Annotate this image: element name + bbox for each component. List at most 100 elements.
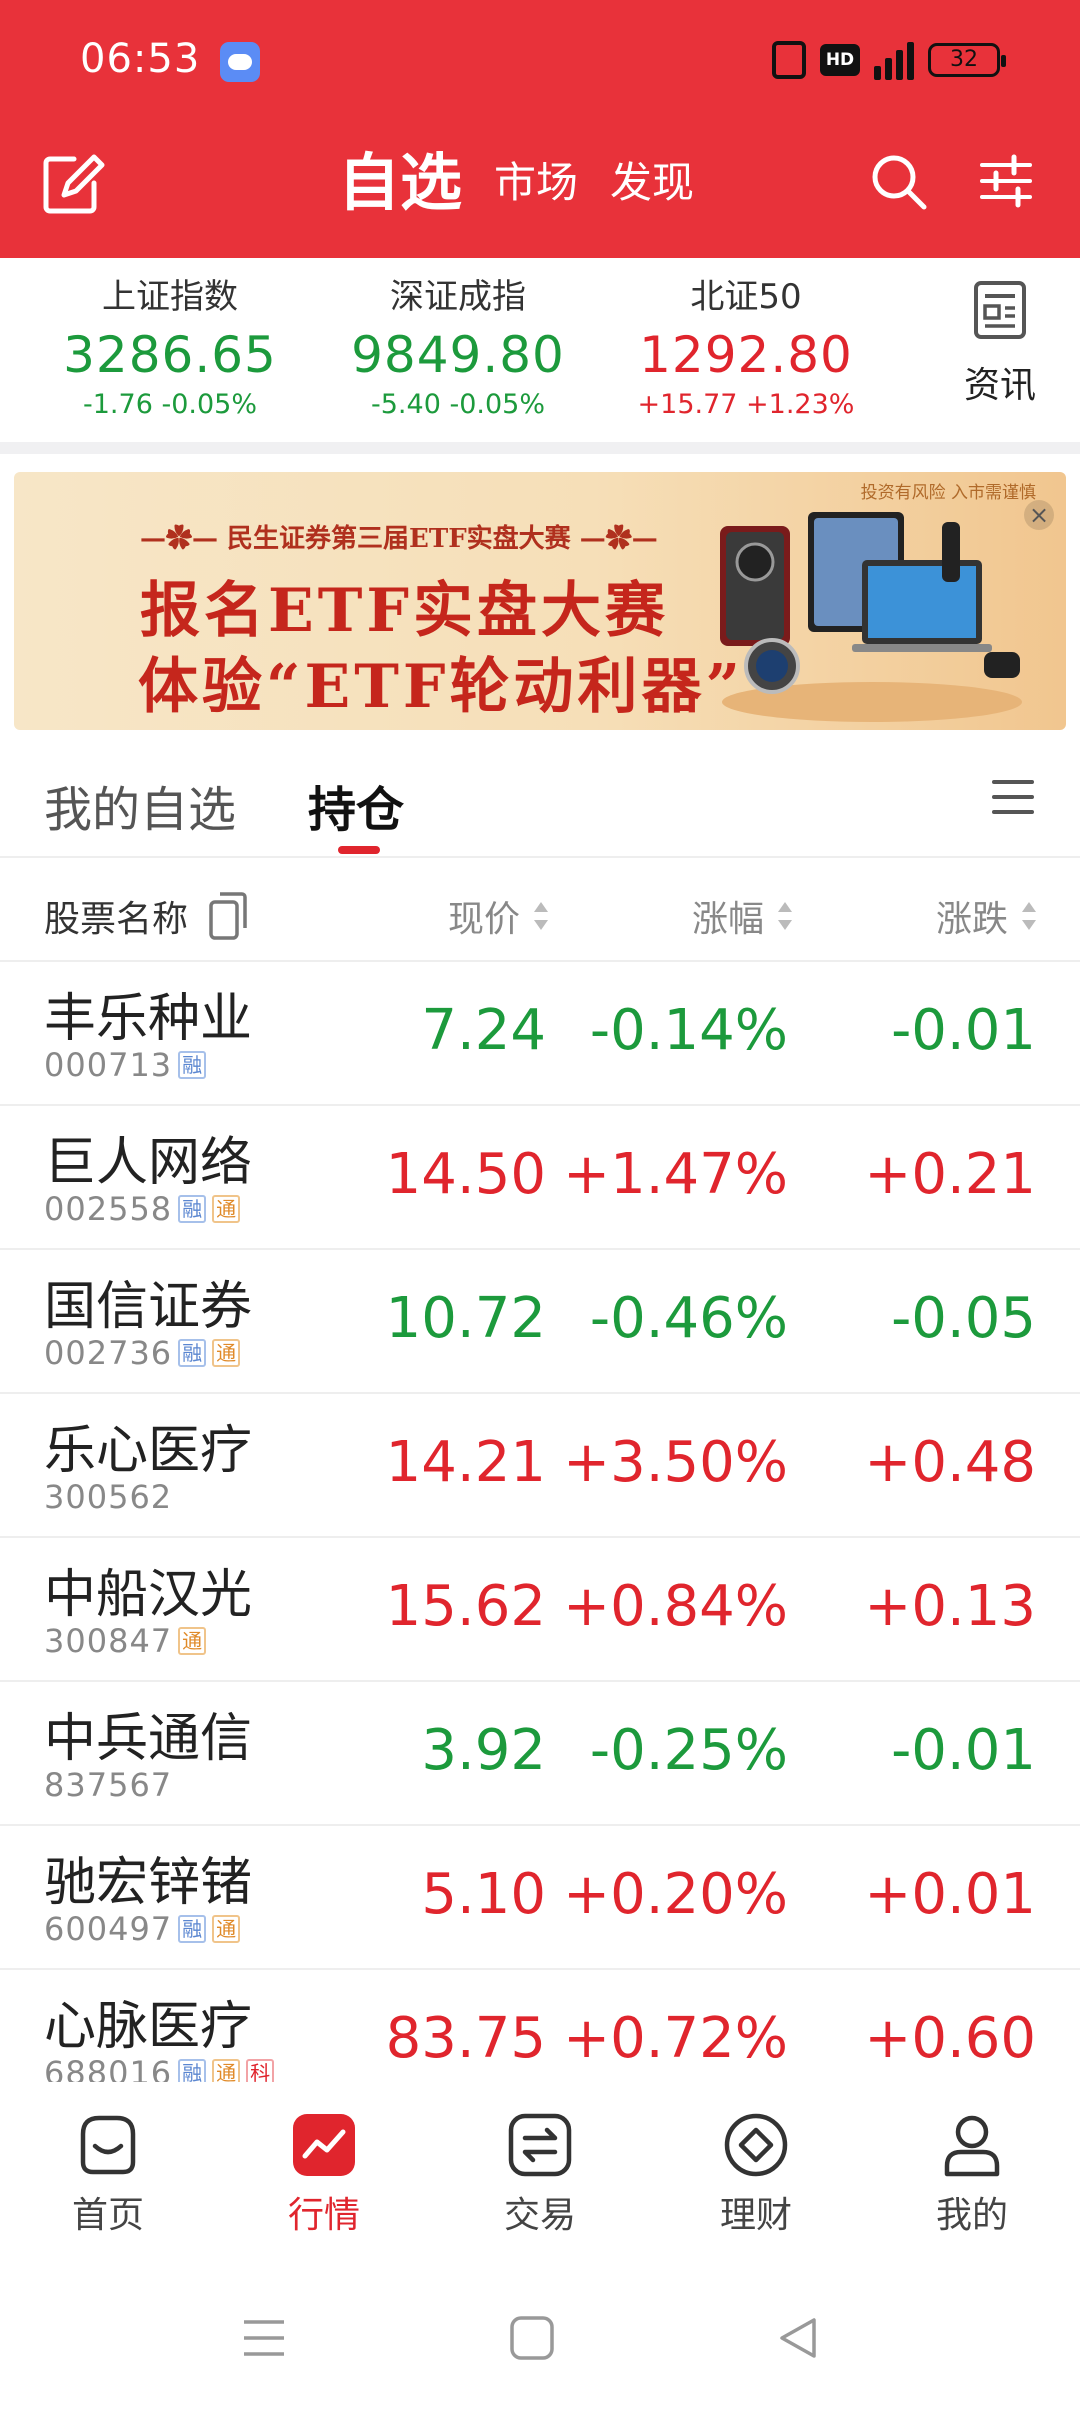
stock-change: -0.05	[891, 1286, 1036, 1351]
stock-meta: 002558 融通	[44, 1190, 241, 1228]
system-nav-bar	[0, 2262, 1080, 2412]
bottom-tab-label: 首页	[71, 2195, 144, 2236]
wealth-icon	[724, 2113, 788, 2177]
copy-icon[interactable]	[208, 890, 248, 942]
app-header: 06:53 HD 32 自选 市场 发现	[0, 0, 1080, 258]
stock-code: 688016	[44, 2054, 173, 2082]
market-indices: 上证指数 3286.65 -1.76 -0.05% 深证成指 9849.80 -…	[0, 258, 1080, 442]
tab-holdings[interactable]: 持仓	[308, 770, 404, 840]
column-change[interactable]: 涨跌	[936, 890, 1038, 942]
column-change-percent[interactable]: 涨幅	[692, 890, 794, 942]
market-chart-icon	[293, 2114, 355, 2176]
bottom-tab-market[interactable]: 行情	[244, 2112, 404, 2238]
stock-change: +0.01	[864, 1862, 1036, 1927]
recent-apps-icon[interactable]	[240, 2314, 288, 2362]
stock-price: 14.50	[385, 1142, 546, 1207]
stock-row[interactable]: 国信证券 002736 融通 10.72 -0.46% -0.05	[0, 1250, 1080, 1394]
edit-icon[interactable]	[40, 151, 106, 217]
active-tab-indicator	[338, 846, 380, 854]
stock-name: 丰乐种业	[44, 989, 253, 1049]
stock-row[interactable]: 驰宏锌锗 600497 融通 5.10 +0.20% +0.01	[0, 1826, 1080, 1970]
stock-change-percent: +1.47%	[563, 1142, 788, 1207]
index-beijing-50[interactable]: 北证50 1292.80 +15.77 +1.23%	[606, 276, 886, 422]
stock-code: 000713	[44, 1046, 173, 1084]
stock-row[interactable]: 中兵通信 837567 3.92 -0.25% -0.01	[0, 1682, 1080, 1826]
stock-change: +0.60	[864, 2006, 1036, 2071]
stock-price: 5.10	[421, 1862, 546, 1927]
bottom-tab-label: 我的	[935, 2195, 1008, 2236]
stock-price: 10.72	[385, 1286, 546, 1351]
index-shanghai[interactable]: 上证指数 3286.65 -1.76 -0.05%	[30, 276, 310, 422]
index-name: 北证50	[690, 277, 802, 317]
stock-row[interactable]: 丰乐种业 000713 融 7.24 -0.14% -0.01	[0, 962, 1080, 1106]
stock-price: 14.21	[385, 1430, 546, 1495]
stock-meta: 688016 融通科	[44, 2054, 275, 2082]
news-label: 资讯	[963, 365, 1036, 406]
trade-icon	[508, 2113, 572, 2177]
stock-code: 002558	[44, 1190, 173, 1228]
stock-name: 中船汉光	[44, 1565, 253, 1625]
index-name: 上证指数	[102, 277, 238, 317]
stock-price: 3.92	[421, 1718, 546, 1783]
table-header: 股票名称 现价 涨幅 涨跌	[0, 858, 1080, 962]
column-price-label: 现价	[447, 899, 520, 940]
back-icon[interactable]	[774, 2314, 822, 2362]
stock-price: 7.24	[421, 998, 546, 1063]
banner-subtitle: —✿— 民生证券第三届ETF实盘大赛 —✿—	[140, 524, 658, 554]
index-change: -1.76 -0.05%	[83, 389, 257, 420]
tab-market[interactable]: 市场	[478, 143, 594, 223]
top-nav: 自选 市场 发现	[0, 125, 1080, 258]
index-shenzhen[interactable]: 深证成指 9849.80 -5.40 -0.05%	[318, 276, 598, 422]
bottom-tab-trade[interactable]: 交易	[460, 2112, 620, 2238]
stock-change: +0.48	[864, 1430, 1036, 1495]
search-icon[interactable]	[868, 151, 930, 213]
stock-change-percent: +0.72%	[563, 2006, 788, 2071]
stock-name: 心脉医疗	[44, 1997, 253, 2057]
tab-discover[interactable]: 发现	[594, 143, 710, 223]
menu-icon[interactable]	[992, 778, 1034, 816]
home-button-icon[interactable]	[508, 2314, 556, 2362]
stock-code: 837567	[44, 1766, 173, 1804]
status-icons: HD 32	[772, 40, 1006, 80]
stock-row[interactable]: 巨人网络 002558 融通 14.50 +1.47% +0.21	[0, 1106, 1080, 1250]
settings-sliders-icon[interactable]	[978, 153, 1034, 209]
sort-icon	[534, 902, 548, 930]
stock-row[interactable]: 心脉医疗 688016 融通科 83.75 +0.72% +0.60	[0, 1970, 1080, 2082]
index-change: +15.77 +1.23%	[637, 389, 855, 420]
status-time: 06:53	[80, 36, 201, 82]
stock-tag: 通	[212, 1195, 241, 1223]
stock-change-percent: -0.14%	[589, 998, 788, 1063]
stock-meta: 300562	[44, 1478, 172, 1516]
stock-code: 300847	[44, 1622, 173, 1660]
bottom-tab-label: 理财	[719, 2195, 792, 2236]
index-value: 9849.80	[351, 326, 565, 384]
battery-icon: 32	[928, 43, 1006, 77]
banner-headline-2: 体验“ETF轮动利器”	[138, 652, 745, 722]
home-icon	[80, 2115, 136, 2175]
watchlist-tabs: 我的自选 持仓	[0, 730, 1080, 858]
news-button[interactable]: 资讯	[948, 280, 1052, 408]
banner-risk-notice: 投资有风险 入市需谨慎	[860, 483, 1036, 503]
column-price[interactable]: 现价	[448, 890, 550, 942]
stock-change: +0.21	[864, 1142, 1036, 1207]
bottom-tab-label: 交易	[503, 2195, 576, 2236]
tab-my-watchlist[interactable]: 我的自选	[44, 770, 236, 840]
tab-watchlist[interactable]: 自选	[338, 143, 478, 223]
bottom-tab-wealth[interactable]: 理财	[676, 2112, 836, 2238]
promo-banner[interactable]: —✿— 民生证券第三届ETF实盘大赛 —✿— 报名ETF实盘大赛 体验“ETF轮…	[14, 472, 1066, 730]
stock-row[interactable]: 乐心医疗 300562 14.21 +3.50% +0.48	[0, 1394, 1080, 1538]
stock-change-percent: +3.50%	[563, 1430, 788, 1495]
weather-app-icon	[220, 42, 260, 82]
hd-icon: HD	[820, 44, 860, 76]
section-divider	[0, 442, 1080, 454]
stock-row[interactable]: 中船汉光 300847 通 15.62 +0.84% +0.13	[0, 1538, 1080, 1682]
bottom-tab-home[interactable]: 首页	[28, 2112, 188, 2238]
column-pct-label: 涨幅	[691, 899, 764, 940]
stock-change: -0.01	[891, 1718, 1036, 1783]
prize-products-image	[720, 512, 1022, 722]
stock-price: 83.75	[385, 2006, 546, 2071]
stock-tag: 通	[212, 1915, 241, 1943]
bottom-tab-profile[interactable]: 我的	[892, 2112, 1052, 2238]
sort-icon	[778, 902, 792, 930]
stock-change-percent: +0.20%	[563, 1862, 788, 1927]
